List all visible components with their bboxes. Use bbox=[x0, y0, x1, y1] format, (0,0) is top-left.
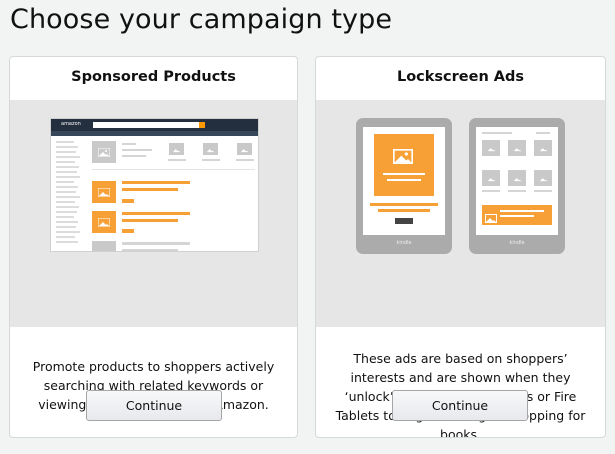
sidebar-line bbox=[56, 206, 79, 208]
sidebar-line bbox=[56, 241, 78, 243]
text-line bbox=[122, 149, 152, 151]
image-placeholder-icon bbox=[508, 140, 526, 156]
kindle-label: kindle bbox=[396, 240, 412, 246]
device-screen bbox=[363, 127, 445, 235]
text-line bbox=[202, 159, 220, 161]
sidebar-line bbox=[56, 191, 76, 193]
image-placeholder-icon bbox=[393, 149, 413, 168]
text-line bbox=[508, 190, 526, 192]
text-line bbox=[236, 159, 254, 161]
search-bar bbox=[93, 122, 199, 128]
image-placeholder-icon bbox=[482, 140, 500, 156]
image-placeholder-icon bbox=[534, 140, 552, 156]
sidebar-line bbox=[56, 146, 78, 148]
image-placeholder-icon bbox=[237, 143, 252, 155]
sponsored-price bbox=[122, 199, 134, 203]
sidebar-line bbox=[56, 166, 79, 168]
continue-button[interactable]: Continue bbox=[392, 390, 528, 421]
image-placeholder-icon bbox=[534, 170, 552, 186]
sidebar-line bbox=[56, 231, 80, 233]
ad-caption-line bbox=[378, 209, 430, 212]
sidebar-line bbox=[56, 221, 78, 223]
ad-text-line bbox=[387, 179, 421, 181]
sidebar-line bbox=[56, 211, 77, 213]
image-placeholder-icon bbox=[485, 208, 497, 227]
text-line bbox=[122, 242, 190, 245]
kindle-device-right: kindle bbox=[469, 118, 565, 254]
sidebar-line bbox=[56, 216, 74, 218]
device-screen bbox=[476, 127, 558, 235]
ad-button bbox=[395, 218, 413, 224]
ad-text-line bbox=[500, 210, 544, 212]
sponsored-title-line bbox=[122, 181, 190, 184]
image-placeholder-icon bbox=[482, 170, 500, 186]
ad-text-line bbox=[383, 173, 425, 175]
text-line bbox=[534, 190, 552, 192]
lockscreen-ads-illustration: kindle kindle bbox=[316, 100, 605, 327]
browser-mockup: amazon bbox=[50, 118, 259, 252]
image-placeholder-icon bbox=[92, 181, 116, 203]
card-title: Lockscreen Ads bbox=[396, 69, 525, 85]
sidebar-line bbox=[56, 171, 77, 173]
sidebar-line bbox=[56, 176, 80, 178]
lockscreen-ads-card[interactable]: Lockscreen Ads kindle kindle These ads a… bbox=[315, 56, 606, 438]
text-line bbox=[536, 132, 550, 134]
sponsored-products-illustration: amazon bbox=[10, 100, 297, 327]
kindle-device-left: kindle bbox=[356, 118, 452, 254]
image-placeholder-icon bbox=[203, 143, 218, 155]
sidebar-line bbox=[56, 161, 75, 163]
text-line bbox=[482, 190, 500, 192]
sidebar-line bbox=[56, 226, 76, 228]
sponsored-price bbox=[122, 229, 134, 233]
browser-header: amazon bbox=[51, 119, 258, 131]
image-placeholder-icon bbox=[92, 211, 116, 233]
image-placeholder-icon bbox=[92, 241, 116, 251]
card-title: Sponsored Products bbox=[71, 69, 236, 85]
image-placeholder-icon bbox=[169, 143, 184, 155]
amazon-logo: amazon bbox=[61, 121, 81, 127]
text-line bbox=[482, 132, 512, 134]
sponsored-title-line bbox=[122, 188, 178, 191]
divider bbox=[92, 169, 255, 170]
sponsored-products-card[interactable]: Sponsored Products amazon Promote produc… bbox=[9, 56, 298, 438]
sidebar-line bbox=[56, 186, 78, 188]
sponsored-title-line bbox=[122, 219, 178, 222]
image-placeholder-icon bbox=[508, 170, 526, 186]
sidebar-line bbox=[56, 141, 74, 143]
sidebar-line bbox=[56, 196, 80, 198]
sidebar-line bbox=[56, 181, 74, 183]
search-icon bbox=[199, 122, 205, 128]
image-placeholder-icon bbox=[92, 141, 116, 163]
text-line bbox=[122, 249, 178, 251]
sidebar-line bbox=[56, 151, 76, 153]
sidebar-line bbox=[56, 236, 75, 238]
text-line bbox=[168, 159, 186, 161]
kindle-label: kindle bbox=[509, 240, 525, 246]
ad-caption-line bbox=[370, 203, 438, 206]
sidebar-line bbox=[56, 156, 80, 158]
sidebar-line bbox=[56, 201, 75, 203]
nav-bar bbox=[51, 131, 258, 136]
text-line bbox=[122, 155, 146, 157]
continue-button[interactable]: Continue bbox=[86, 390, 222, 421]
page-title: Choose your campaign type bbox=[10, 4, 393, 35]
text-line bbox=[122, 143, 136, 145]
sponsored-title-line bbox=[122, 212, 190, 215]
ad-text-line bbox=[500, 215, 534, 217]
